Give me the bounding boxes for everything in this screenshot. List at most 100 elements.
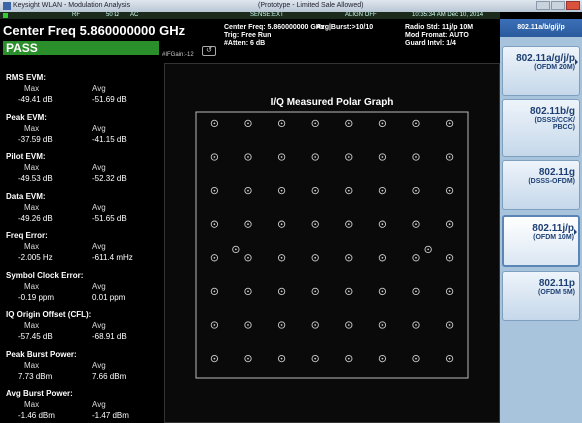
metric-max-value: -2.005 Hz <box>18 253 53 262</box>
pilot-point-center <box>427 248 430 251</box>
constellation-point-center <box>314 324 317 326</box>
status-strip: RF 50 Ω AC SENSE:EXT ALIGN OFF 10:35:34 … <box>0 12 500 19</box>
constellation-point-center <box>381 223 384 226</box>
constellation-point-center <box>381 156 384 158</box>
softkey-80211p[interactable]: 802.11p (OFDM 5M) <box>502 271 580 321</box>
constellation-point-center <box>247 223 249 226</box>
constellation-point-center <box>280 256 283 259</box>
constellation-point-center <box>213 189 216 192</box>
constellation-point-center <box>415 189 417 192</box>
close-button[interactable] <box>566 1 580 10</box>
metric-avg-value: 0.01 ppm <box>92 292 126 302</box>
polar-graph: I/Q Measured Polar Graph <box>195 97 469 379</box>
constellation-point-center <box>381 122 384 125</box>
metric-title: Symbol Clock Error: <box>6 270 84 280</box>
softkey-80211jp[interactable]: 802.11j/p (OFDM 10M) <box>502 215 580 267</box>
constellation-point-center <box>280 122 283 125</box>
softkey-80211agjp[interactable]: 802.11a/g/j/p (OFDM 20M) <box>502 46 580 96</box>
constellation-point-center <box>213 324 216 326</box>
constellation-point-center <box>448 156 451 158</box>
constellation-point-center <box>314 290 317 293</box>
metric-avg-label: Avg <box>92 202 106 212</box>
constellation-point-center <box>314 122 317 125</box>
constellation-point-center <box>247 189 249 192</box>
constellation-point-center <box>314 223 317 226</box>
constellation-point-center <box>247 122 249 125</box>
window-title: Keysight WLAN - Modulation Analysis <box>13 2 131 9</box>
metric-title: Freq Error: <box>6 231 48 240</box>
measurement-header: Center Freq 5.860000000 GHz PASS #IFGain… <box>0 19 500 63</box>
constellation-point-center <box>448 357 451 360</box>
metric-max-value: -49.26 dB <box>18 213 53 223</box>
center-freq-title[interactable]: Center Freq 5.860000000 GHz <box>3 23 185 38</box>
metric-title: Pilot EVM: <box>6 152 46 161</box>
restart-icon[interactable]: ↺ <box>202 46 216 56</box>
metric-max-value: 7.73 dBm <box>18 371 53 381</box>
metric-max-value: -0.19 ppm <box>18 292 55 302</box>
metric-avg-value: -51.65 dB <box>92 213 127 223</box>
constellation-point-center <box>280 156 283 158</box>
constellation-point-center <box>347 156 350 158</box>
constellation-point-center <box>213 357 216 360</box>
pass-indicator: PASS <box>3 41 159 55</box>
softkey-80211bg[interactable]: 802.11b/g (DSSS/CCK/ PBCC) <box>502 99 580 157</box>
submenu-arrow-icon <box>574 229 577 235</box>
polar-graph-window[interactable]: I/Q Measured Polar Graph <box>164 63 500 423</box>
metric-max-label: Max <box>24 202 40 212</box>
constellation-point-center <box>347 324 350 326</box>
constellation-point-center <box>381 189 384 192</box>
constellation-point-center <box>314 256 317 259</box>
metrics-panel: RMS EVM: Max Avg -49.41 dB -51.69 dB Peak EVM… <box>0 63 160 423</box>
constellation-point-center <box>347 290 350 293</box>
constellation-point-center <box>213 122 216 125</box>
constellation-point-center <box>213 256 216 259</box>
constellation-point-center <box>314 156 317 158</box>
metric-avg-label: Avg <box>92 360 106 370</box>
constellation-point-center <box>247 156 249 158</box>
constellation-point-center <box>448 122 451 125</box>
metric-max-label: Max <box>24 360 40 370</box>
maximize-button[interactable] <box>551 1 565 10</box>
metric-title: Avg Burst Power: <box>6 389 73 398</box>
metric-avg-label: Avg <box>92 321 106 330</box>
app-icon <box>3 2 11 10</box>
metric-max-label: Max <box>24 163 40 172</box>
constellation-point-center <box>415 290 417 293</box>
params-col2: Avg|Burst:>10/10 <box>316 24 374 31</box>
status-impedance: 50 Ω <box>106 12 119 18</box>
metric-max-value: -49.53 dB <box>18 174 53 183</box>
constellation-point-center <box>448 290 451 293</box>
status-led-icon <box>3 13 8 18</box>
constellation-point-center <box>448 223 451 226</box>
constellation-point-center <box>314 357 317 360</box>
constellation-point-center <box>280 189 283 192</box>
metric-max-value: -37.59 dB <box>18 134 53 144</box>
softkey-panel: 802.11a/b/g/j/p 802.11a/g/j/p (OFDM 20M)… <box>500 19 582 423</box>
status-datetime: 10:35:34 AM Dec 10, 2014 <box>412 12 484 18</box>
graph-title: I/Q Measured Polar Graph <box>271 97 394 108</box>
constellation-point-center <box>381 324 384 326</box>
window-controls <box>536 1 580 10</box>
params-col1: Center Freq: 5.860000000 GHz Trig: Free … <box>224 24 325 47</box>
constellation-point-center <box>213 156 216 158</box>
minimize-button[interactable] <box>536 1 550 10</box>
metric-max-value: -1.46 dBm <box>18 411 55 420</box>
constellation-point-center <box>448 324 451 326</box>
softkey-80211g[interactable]: 802.11g (DSSS-OFDM) <box>502 160 580 210</box>
metric-avg-value: -51.69 dB <box>92 95 127 104</box>
constellation-point-center <box>381 290 384 293</box>
metric-title: RMS EVM: <box>6 73 46 82</box>
constellation-point-center <box>347 189 350 192</box>
constellation-point-center <box>381 357 384 360</box>
constellation-point-center <box>347 122 350 125</box>
metric-avg-label: Avg <box>92 242 106 251</box>
constellation-point-center <box>448 189 451 192</box>
metric-title: IQ Origin Offset (CFL): <box>6 310 92 319</box>
graph-plot-border <box>195 111 469 379</box>
constellation-points <box>210 119 454 363</box>
constellation-point-center <box>280 223 283 226</box>
window-prototype-label: (Prototype - Limited Sale Allowed) <box>258 2 364 9</box>
metric-avg-label: Avg <box>92 84 106 93</box>
metric-avg-value: -68.91 dB <box>92 332 127 341</box>
metric-max-label: Max <box>24 281 40 291</box>
